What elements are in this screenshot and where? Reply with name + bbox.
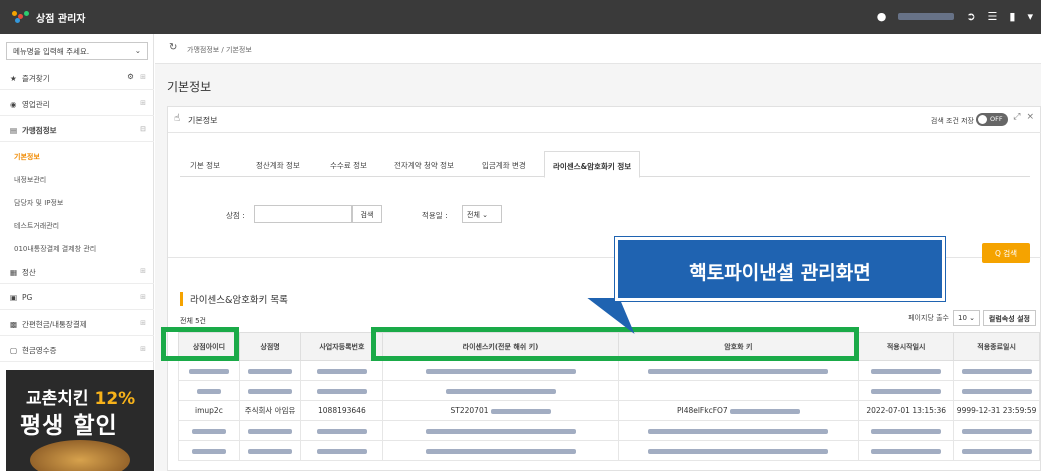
chevron-down-icon[interactable]: ▾: [1027, 10, 1033, 23]
sidebar-subitem-test-transactions[interactable]: 테스트거래관리: [14, 221, 59, 231]
page-title: 기본정보: [167, 80, 212, 94]
cell-end-date: 9999-12-31 23:59:59: [953, 400, 1040, 421]
cell-shop-name: 주식회사 아임유: [238, 400, 302, 421]
tab-basic-info[interactable]: 기본 정보: [190, 160, 220, 171]
refresh-icon[interactable]: ↻: [169, 42, 177, 53]
tab-bar: 기본 정보 정산계좌 정보 수수료 정보 전자계약 청약 정보 입금계좌 변경 …: [180, 151, 1030, 178]
chevron-down-icon: ⌄: [482, 211, 488, 219]
chevron-down-icon: ⌄: [134, 46, 141, 55]
logo-icon: [12, 11, 30, 23]
table-row[interactable]: [178, 360, 1040, 381]
cell-license-key: ST220701: [450, 406, 489, 415]
sidebar: 메뉴명을 입력해 주세요. ⌄ ★ 즐겨찾기 ⚙ ⊞ ◉ 영업관리 ⊞ ▤ 가맹점정보 ⊟ 기…: [0, 34, 154, 471]
cell-start-date: 2022-07-01 13:15:36: [858, 400, 955, 421]
plus-icon[interactable]: ⊞: [140, 267, 146, 275]
shop-search-button[interactable]: 검색: [352, 205, 382, 223]
user-icon[interactable]: ●: [877, 10, 887, 23]
breadcrumb: 가맹점정보 / 기본정보: [187, 46, 252, 54]
per-page-label: 페이지당 출수: [908, 314, 949, 322]
table-row[interactable]: [178, 440, 1040, 461]
tab-fee-info[interactable]: 수수료 정보: [330, 160, 367, 171]
card-header: ☝ 기본정보 검색 조건 저장 OFF –⤢×: [168, 107, 1041, 133]
plus-icon[interactable]: ⊞: [140, 345, 146, 353]
search-row: 상점 : 검색 적용일 : 전체 ⌄: [168, 203, 1041, 231]
expand-icon[interactable]: ⤢: [1013, 112, 1026, 122]
cell-crypto-key: PI48elFkcFO7: [676, 406, 728, 415]
sidebar-item-pg[interactable]: ▣ PG ⊞: [0, 286, 154, 310]
sidebar-subitem-my-info[interactable]: 내정보관리: [14, 175, 46, 185]
shop-label: 상점 :: [226, 211, 245, 220]
card-title: 기본정보: [188, 116, 218, 125]
save-condition-label: 검색 조건 저장: [930, 117, 974, 125]
sidebar-item-settlement[interactable]: ▦ 정산 ⊞: [0, 260, 154, 284]
tab-settlement-account[interactable]: 정산계좌 정보: [256, 160, 300, 171]
table-row[interactable]: imup2c 주식회사 아임유 1088193646 ST220701 PI48…: [178, 400, 1040, 421]
tab-contract-info[interactable]: 전자계약 청약 정보: [394, 160, 454, 171]
per-page-select[interactable]: 10 ⌄: [952, 310, 980, 326]
apply-date-label: 적용일 :: [422, 211, 448, 220]
apply-date-select[interactable]: 전체 ⌄: [462, 205, 502, 223]
menu-search-select[interactable]: 메뉴명을 입력해 주세요. ⌄: [6, 42, 148, 60]
tab-license-crypto-key[interactable]: 라이센스&암호화키 정보: [544, 151, 641, 178]
app-title: 상점 관리자: [36, 14, 86, 25]
book-icon[interactable]: ▮: [1009, 10, 1015, 23]
plus-icon[interactable]: ⊞: [140, 319, 146, 327]
minimize-icon[interactable]: –: [1003, 112, 1014, 122]
cell-biz-no: 1088193646: [300, 400, 384, 421]
col-end-date[interactable]: 적용종료일시: [953, 332, 1040, 361]
col-shop-name[interactable]: 상점명: [238, 332, 302, 361]
document-icon: ▤: [10, 126, 18, 135]
highlight-shop-id: [161, 327, 239, 361]
receipt-icon: ▢: [10, 346, 18, 355]
calculator-icon: ▦: [10, 268, 18, 277]
promo-line2: 평생 할인: [20, 413, 118, 439]
table-row[interactable]: [178, 380, 1040, 401]
sidebar-subitem-basic-info[interactable]: 기본정보: [14, 152, 40, 162]
plus-icon[interactable]: ⊞: [140, 293, 146, 301]
shop-input[interactable]: [254, 205, 352, 223]
plus-icon[interactable]: ⊞: [140, 73, 146, 81]
plus-icon[interactable]: ⊞: [140, 99, 146, 107]
cash-icon: ▩: [10, 320, 18, 329]
user-name-masked: [898, 13, 955, 20]
top-bar: 상점 관리자 ● ➲ ☰ ▮ ▾: [0, 0, 1041, 34]
promo-banner[interactable]: 교촌치킨 12% 평생 할인: [6, 370, 154, 471]
cell-shop-id: imup2c: [178, 400, 240, 421]
sidebar-subitem-manager-ip[interactable]: 담당자 및 IP정보: [14, 198, 63, 208]
main-search-button[interactable]: Q 검색: [982, 243, 1030, 263]
breadcrumb-bar: ↻ 가맹점정보 / 기본정보: [155, 34, 1041, 64]
close-icon[interactable]: ×: [1026, 112, 1040, 122]
tab-deposit-account-change[interactable]: 입금계좌 변경: [482, 160, 526, 171]
column-settings-button[interactable]: 컬럼속성 설정: [982, 310, 1036, 326]
sidebar-item-cash-receipt[interactable]: ▢ 현금영수증 ⊞: [0, 338, 154, 362]
sidebar-item-merchant-info[interactable]: ▤ 가맹점정보 ⊟: [0, 118, 154, 142]
chicken-image: [30, 440, 130, 471]
eye-icon: ◉: [10, 100, 17, 109]
col-start-date[interactable]: 적용시작일시: [858, 332, 955, 361]
total-count: 전체 5건: [180, 317, 206, 325]
callout-label: 핵토파이낸셜 관리화면: [615, 237, 945, 301]
minus-icon[interactable]: ⊟: [140, 125, 146, 133]
logout-icon[interactable]: ➲: [966, 10, 975, 23]
menu-icon[interactable]: ☰: [988, 10, 998, 23]
sidebar-subitem-account-payment-window[interactable]: 010내통장결제 결제창 관리: [14, 244, 96, 254]
sidebar-item-sales[interactable]: ◉ 영업관리 ⊞: [0, 92, 154, 116]
list-title: 라이센스&암호화키 목록: [180, 292, 288, 306]
card-icon: ▣: [10, 293, 18, 302]
table-row[interactable]: [178, 420, 1040, 441]
sidebar-item-simple-cash[interactable]: ▩ 간편현금/내통장결제 ⊞: [0, 312, 154, 336]
star-icon: ★: [10, 74, 17, 83]
gear-icon[interactable]: ⚙: [127, 72, 134, 81]
hand-pointer-icon: ☝: [174, 113, 181, 124]
sidebar-item-favorites[interactable]: ★ 즐겨찾기 ⚙ ⊞: [0, 66, 154, 90]
